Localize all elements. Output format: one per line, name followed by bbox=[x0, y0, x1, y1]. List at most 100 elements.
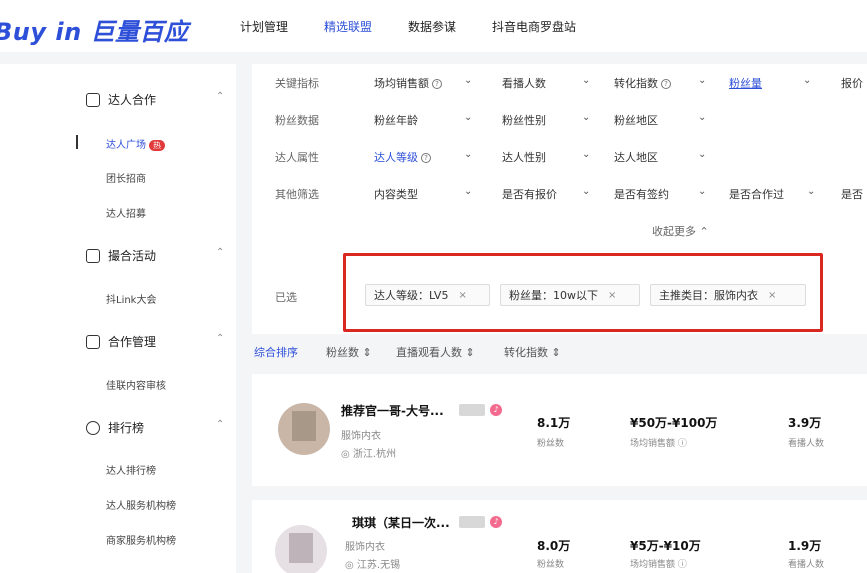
chevron-down-icon: ⌄ bbox=[807, 186, 816, 197]
chevron-down-icon: ⌄ bbox=[464, 149, 473, 160]
viewers-value: 3.9万 bbox=[788, 416, 822, 430]
level-badge bbox=[459, 516, 485, 528]
filter-creator-gender-select[interactable]: 达人性别 ⌄ bbox=[502, 149, 592, 165]
close-icon[interactable]: × bbox=[458, 290, 466, 301]
sort-bar: 综合排序 粉丝数 ⇕ 直播观看人数 ⇕ 转化指数 ⇕ bbox=[252, 344, 867, 364]
sort-comprehensive[interactable]: 综合排序 bbox=[254, 344, 298, 360]
location-icon: ◎ bbox=[345, 560, 354, 571]
select-label: 达人地区 bbox=[614, 151, 658, 164]
nav-selected-alliance[interactable]: 精选联盟 bbox=[324, 18, 372, 35]
selected-tag: 粉丝量：10w以下 × bbox=[500, 284, 640, 306]
filter-fan-age-select[interactable]: 粉丝年龄 ⌄ bbox=[374, 112, 474, 128]
chevron-up-icon: ⌃ bbox=[216, 91, 225, 102]
close-icon[interactable]: × bbox=[608, 290, 616, 301]
sidebar-group-label: 排行榜 bbox=[108, 421, 145, 435]
select-label: 场均销售额 bbox=[374, 77, 429, 90]
chevron-down-icon: ⌄ bbox=[464, 186, 473, 197]
help-icon[interactable]: ? bbox=[661, 79, 671, 89]
nav-data-advisor[interactable]: 数据参谋 bbox=[408, 18, 456, 35]
select-label: 内容类型 bbox=[374, 188, 418, 201]
fans-caption: 粉丝数 bbox=[537, 560, 565, 570]
filter-quote-select[interactable]: 报价 bbox=[841, 75, 863, 91]
filter-content-type-select[interactable]: 内容类型 ⌄ bbox=[374, 186, 474, 202]
creator-category: 服饰内衣 bbox=[345, 542, 385, 553]
help-icon[interactable]: ? bbox=[421, 153, 431, 163]
select-label: 达人性别 bbox=[502, 151, 546, 164]
sort-viewers[interactable]: 直播观看人数 ⇕ bbox=[396, 344, 475, 360]
filter-fans-select[interactable]: 粉丝量 ⌄ bbox=[729, 75, 815, 91]
douyin-icon: ♪ bbox=[490, 516, 502, 528]
filter-fan-gender-select[interactable]: 粉丝性别 ⌄ bbox=[502, 112, 592, 128]
sidebar-item-creator-ranking[interactable]: 达人排行榜 bbox=[106, 462, 156, 477]
sales-caption: 场均销售额 ⓘ bbox=[630, 436, 687, 449]
sidebar-item-agency-ranking[interactable]: 达人服务机构榜 bbox=[106, 497, 176, 512]
sidebar-item-team-recruit[interactable]: 团长招商 bbox=[106, 170, 146, 185]
sidebar-item-merchant-agency-ranking[interactable]: 商家服务机构榜 bbox=[106, 532, 176, 547]
sort-icon: ⇕ bbox=[551, 346, 561, 359]
select-label: 粉丝量 bbox=[729, 77, 762, 90]
chevron-up-icon: ⌃ bbox=[216, 419, 225, 430]
sidebar-active-marker bbox=[76, 135, 78, 149]
sidebar-group-rankings[interactable]: 排行榜 ⌃ bbox=[86, 419, 224, 436]
location-icon: ◎ bbox=[341, 449, 350, 460]
creator-location: ◎ 江苏.无锡 bbox=[345, 556, 400, 571]
help-icon[interactable]: ⓘ bbox=[678, 560, 687, 570]
nav-plan-management[interactable]: 计划管理 bbox=[240, 18, 288, 35]
nav-compass[interactable]: 抖音电商罗盘站 bbox=[492, 18, 576, 35]
select-label: 转化指数 bbox=[614, 77, 658, 90]
chevron-down-icon: ⌄ bbox=[698, 112, 707, 123]
sidebar-item-label: 达人广场 bbox=[106, 140, 146, 151]
sidebar-item-content-review[interactable]: 佳联内容审核 bbox=[106, 377, 166, 392]
sort-conversion[interactable]: 转化指数 ⇕ bbox=[504, 344, 561, 360]
filter-creator-level-select[interactable]: 达人等级? ⌄ bbox=[374, 149, 474, 165]
select-label: 是否合作过 bbox=[729, 188, 784, 201]
selected-label: 已选 bbox=[275, 291, 297, 304]
selected-tag: 达人等级：LV5 × bbox=[365, 284, 490, 306]
filter-fan-region-select[interactable]: 粉丝地区 ⌄ bbox=[614, 112, 708, 128]
sidebar-item-creator-recruit[interactable]: 达人招募 bbox=[106, 205, 146, 220]
chevron-down-icon: ⌄ bbox=[582, 149, 591, 160]
creator-name[interactable]: 推荐官一哥-大号... bbox=[341, 402, 444, 419]
collapse-label: 收起更多 bbox=[652, 225, 696, 238]
sidebar-item-creator-square[interactable]: 达人广场热 bbox=[106, 136, 165, 151]
sidebar-group-creator-coop[interactable]: 达人合作 ⌃ bbox=[86, 91, 224, 108]
filter-more-select[interactable]: 是否 bbox=[841, 186, 863, 202]
sidebar-group-coop-management[interactable]: 合作管理 ⌃ bbox=[86, 333, 224, 350]
avatar[interactable] bbox=[275, 525, 327, 573]
sidebar-item-link-conference[interactable]: 抖Link大会 bbox=[106, 291, 156, 306]
filter-cooperated-select[interactable]: 是否合作过 ⌄ bbox=[729, 186, 819, 202]
caption-label: 场均销售额 bbox=[630, 560, 676, 570]
brand-logo[interactable]: Buy in 巨量百应 bbox=[0, 12, 189, 47]
help-icon[interactable]: ? bbox=[432, 79, 442, 89]
filter-has-quote-select[interactable]: 是否有报价 ⌄ bbox=[502, 186, 592, 202]
sort-fans[interactable]: 粉丝数 ⇕ bbox=[326, 344, 372, 360]
filter-avg-sales-select[interactable]: 场均销售额? ⌄ bbox=[374, 75, 474, 91]
filter-row-label: 达人属性 bbox=[275, 151, 319, 164]
sidebar-group-label: 达人合作 bbox=[108, 93, 157, 107]
chevron-down-icon: ⌄ bbox=[698, 186, 707, 197]
selected-tag: 主推类目：服饰内衣 × bbox=[650, 284, 806, 306]
trophy-icon bbox=[86, 420, 100, 435]
creator-name[interactable]: 琪琪（某日一次... bbox=[352, 514, 450, 531]
chevron-down-icon: ⌄ bbox=[582, 75, 591, 86]
calendar-icon bbox=[86, 248, 100, 263]
filter-creator-region-select[interactable]: 达人地区 ⌄ bbox=[614, 149, 708, 165]
select-label: 看播人数 bbox=[502, 77, 546, 90]
sidebar-group-label: 合作管理 bbox=[108, 335, 157, 349]
sidebar-group-matching[interactable]: 撮合活动 ⌃ bbox=[86, 247, 224, 264]
chevron-down-icon: ⌄ bbox=[698, 149, 707, 160]
sales-value: ¥5万-¥10万 bbox=[630, 539, 701, 553]
collapse-more-button[interactable]: 收起更多 ⌃ bbox=[652, 223, 709, 239]
location-label: 浙江.杭州 bbox=[352, 449, 397, 460]
chevron-down-icon: ⌄ bbox=[698, 75, 707, 86]
filter-conversion-select[interactable]: 转化指数? ⌄ bbox=[614, 75, 708, 91]
top-header: Buy in 巨量百应 计划管理 精选联盟 数据参谋 抖音电商罗盘站 bbox=[0, 0, 867, 52]
help-icon[interactable]: ⓘ bbox=[678, 439, 687, 449]
fans-value: 8.0万 bbox=[537, 539, 571, 553]
select-label: 粉丝年龄 bbox=[374, 114, 418, 127]
filter-has-contract-select[interactable]: 是否有签约 ⌄ bbox=[614, 186, 708, 202]
filter-viewers-select[interactable]: 看播人数 ⌄ bbox=[502, 75, 592, 91]
close-icon[interactable]: × bbox=[768, 290, 776, 301]
sales-value: ¥50万-¥100万 bbox=[630, 416, 718, 430]
avatar[interactable] bbox=[278, 403, 330, 455]
